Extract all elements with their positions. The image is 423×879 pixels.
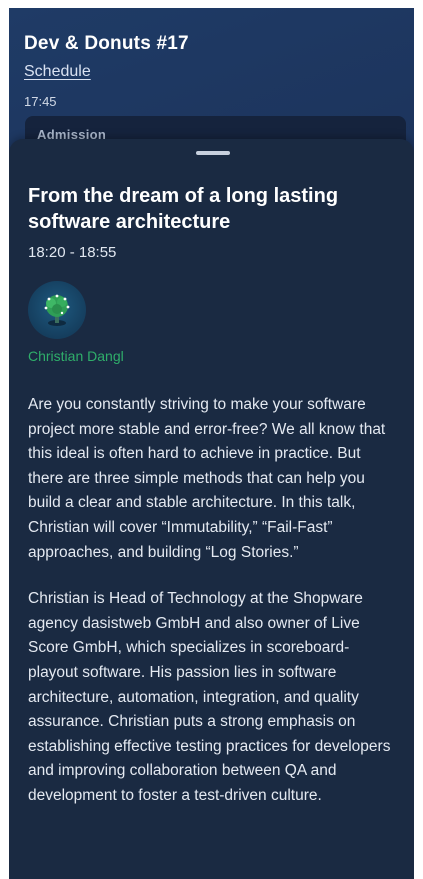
tree-avatar-icon [44, 294, 70, 326]
event-header: Dev & Donuts #17 Schedule 17:45 [24, 32, 399, 110]
speaker-name[interactable]: Christian Dangl [28, 347, 397, 365]
speaker[interactable]: Christian Dangl [28, 281, 397, 365]
event-time: 17:45 [24, 94, 57, 109]
description-paragraph: Christian is Head of Technology at the S… [28, 590, 391, 804]
app-window: Dev & Donuts #17 Schedule 17:45 Admissio… [9, 8, 414, 879]
speaker-avatar[interactable] [28, 281, 86, 339]
talk-title: From the dream of a long lasting softwar… [28, 185, 339, 233]
schedule-link[interactable]: Schedule [24, 62, 91, 82]
drag-handle[interactable] [195, 151, 230, 155]
screen: Dev & Donuts #17 Schedule 17:45 Admissio… [0, 0, 423, 879]
talk-time-range: 18:20 - 18:55 [28, 244, 117, 261]
description-paragraph: Are you constantly striving to make your… [28, 396, 386, 561]
event-title: Dev & Donuts #17 [24, 33, 189, 54]
talk-detail-sheet: From the dream of a long lasting softwar… [9, 139, 414, 879]
talk-description: Are you constantly striving to make your… [28, 393, 397, 809]
